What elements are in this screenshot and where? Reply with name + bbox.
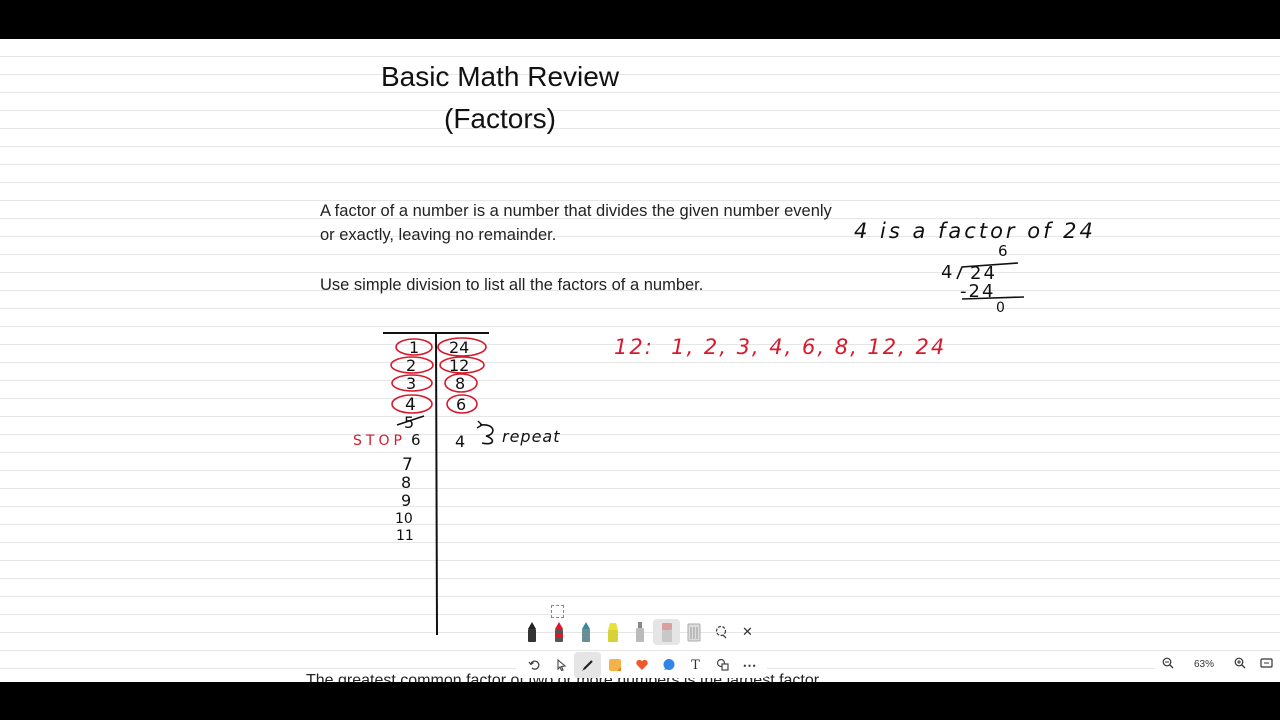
table-divider-line [435, 332, 438, 636]
repeat-label: repeat [502, 427, 561, 446]
teal-pen-tool[interactable] [572, 619, 599, 645]
pen-tray: ✕ [518, 619, 761, 645]
stop-label: STOP [353, 433, 406, 449]
text-icon: T [691, 657, 700, 673]
left-col-item: 9 [401, 491, 411, 510]
handwriting-layer: 4 is a factor of 24 6 4 24 -24 0 12: 1, … [353, 219, 1096, 636]
zoom-level[interactable]: 63% [1181, 659, 1227, 670]
zoom-in-icon [1234, 657, 1246, 668]
main-toolbar: T ⋯ [516, 652, 767, 678]
eraser-tool[interactable] [653, 619, 680, 645]
pen-icon [581, 660, 593, 671]
pencil-tool[interactable] [626, 619, 653, 645]
right-col-item: 8 [455, 374, 465, 393]
lasso-marker-icon [551, 605, 564, 618]
zoom-controls: 63% [1155, 652, 1280, 676]
table-header-left: 1 [409, 338, 419, 357]
right-col-item: 6 [456, 395, 466, 414]
zoom-out-icon [1162, 657, 1174, 668]
red-pen-icon [554, 622, 563, 642]
lasso-icon [715, 625, 726, 639]
left-col-item: 4 [405, 395, 416, 415]
zoom-out-button[interactable] [1155, 657, 1181, 672]
left-col-item: 7 [402, 455, 413, 475]
left-col-item: 6 [411, 431, 421, 449]
ruler-tool[interactable] [680, 619, 707, 645]
teal-pen-icon [581, 622, 590, 642]
draw-button[interactable] [574, 652, 601, 678]
zoom-in-button[interactable] [1227, 657, 1253, 672]
right-col-item: 12 [449, 356, 469, 375]
select-button[interactable] [547, 652, 574, 678]
left-col-item: 3 [406, 374, 416, 393]
eraser-icon [661, 623, 672, 642]
shapes-icon [716, 658, 729, 671]
division-quotient: 6 [998, 242, 1008, 260]
highlighter-tool[interactable] [599, 619, 626, 645]
repeat-brace [479, 424, 494, 445]
pointer-icon [556, 659, 566, 671]
close-icon: ✕ [742, 624, 753, 639]
pencil-icon [635, 622, 644, 642]
text-tool-button[interactable]: T [682, 652, 709, 678]
division-remainder: 0 [996, 300, 1005, 316]
sticky-note-icon [608, 659, 621, 671]
bottom-letterbox [0, 682, 1280, 720]
document-canvas[interactable]: Basic Math Review (Factors) A factor of … [0, 39, 1280, 682]
lasso-tool[interactable] [707, 619, 734, 645]
left-col-item: 11 [396, 528, 414, 544]
left-col-item: 2 [406, 356, 416, 375]
black-pen-tool[interactable] [518, 619, 545, 645]
more-icon: ⋯ [742, 656, 757, 673]
black-pen-icon [527, 622, 536, 642]
comment-button[interactable] [655, 652, 682, 678]
ruler-icon [687, 623, 700, 642]
fit-page-icon [1259, 657, 1273, 668]
undo-button[interactable] [520, 652, 547, 678]
highlighter-icon [607, 623, 618, 642]
shapes-button[interactable] [709, 652, 736, 678]
repeat-arrow [476, 420, 484, 429]
handwritten-statement: 4 is a factor of 24 [854, 219, 1096, 243]
reaction-button[interactable] [628, 652, 655, 678]
table-header-right: 24 [449, 338, 469, 357]
right-col-item: 4 [455, 432, 465, 451]
division-divisor: 4 [941, 262, 952, 283]
heart-icon [635, 659, 648, 670]
red-pen-tool[interactable] [545, 619, 572, 645]
more-button[interactable]: ⋯ [736, 652, 763, 678]
comment-icon [663, 659, 674, 670]
left-col-item: 10 [395, 511, 413, 527]
factor-list: 12: 1, 2, 3, 4, 6, 8, 12, 24 [614, 335, 946, 359]
left-col-item: 8 [401, 473, 411, 492]
close-tray-button[interactable]: ✕ [734, 619, 761, 645]
top-letterbox [0, 0, 1280, 39]
sticky-note-button[interactable] [601, 652, 628, 678]
fit-page-button[interactable] [1253, 657, 1279, 672]
undo-icon [527, 660, 539, 670]
